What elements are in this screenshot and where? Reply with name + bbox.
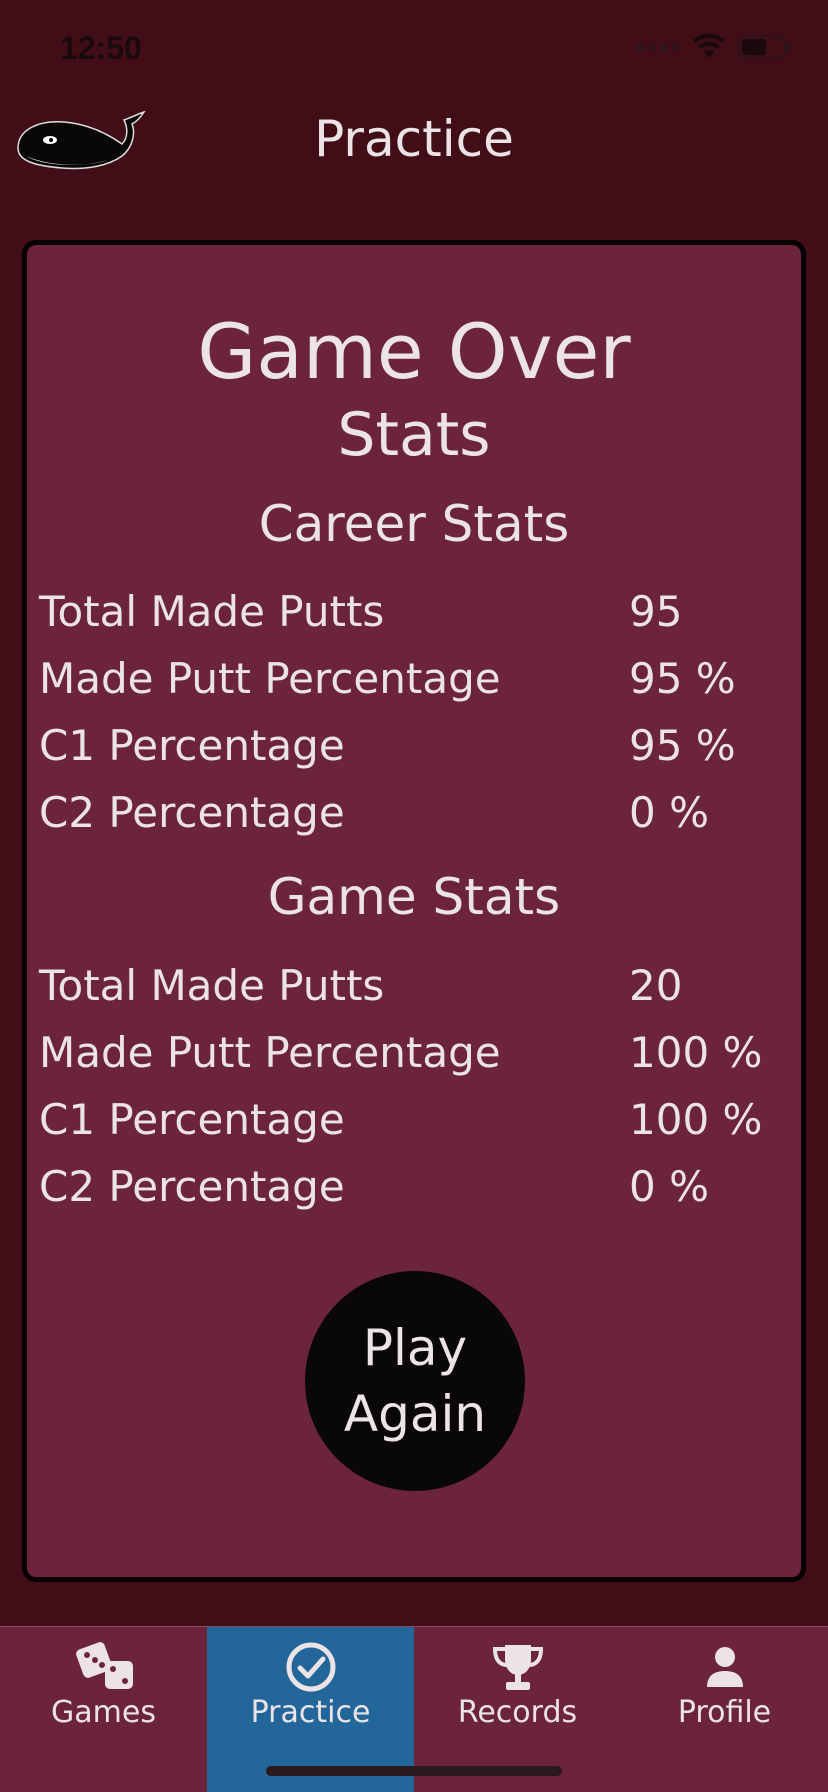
stat-value: 95 — [629, 587, 683, 636]
person-icon — [703, 1641, 747, 1693]
navigation-bar: Practice — [0, 100, 828, 220]
play-again-label-line1: Play — [362, 1319, 468, 1377]
tab-games[interactable]: Games — [0, 1627, 207, 1792]
status-icons — [637, 34, 792, 60]
status-bar: 12:50 — [0, 0, 828, 100]
stat-label: C2 Percentage — [39, 1162, 345, 1211]
stat-value: 0 % — [629, 1162, 709, 1211]
game-stat-row: C1 Percentage 100 % — [39, 1095, 801, 1155]
stat-label: C2 Percentage — [39, 788, 345, 837]
career-stats-heading: Career Stats — [258, 495, 570, 553]
stat-value: 95 % — [629, 721, 736, 770]
game-stat-row: Total Made Putts 20 — [39, 961, 801, 1021]
wifi-icon — [693, 34, 725, 58]
home-indicator[interactable] — [266, 1766, 562, 1776]
play-again-label-line2: Again — [343, 1385, 487, 1443]
stat-label: C1 Percentage — [39, 1095, 345, 1144]
game-stat-row: C2 Percentage 0 % — [39, 1162, 801, 1222]
battery-icon — [738, 35, 790, 59]
game-stats-heading: Game Stats — [267, 868, 561, 926]
game-over-panel: Game Over Stats Career Stats Total Made … — [22, 240, 806, 1582]
stat-value: 100 % — [629, 1028, 763, 1077]
career-stat-row: Total Made Putts 95 — [39, 587, 801, 647]
stat-label: Made Putt Percentage — [39, 1028, 501, 1077]
tab-label: Practice — [250, 1695, 371, 1730]
stat-label: Made Putt Percentage — [39, 654, 501, 703]
career-stat-row: C2 Percentage 0 % — [39, 788, 801, 848]
stat-label: C1 Percentage — [39, 721, 345, 770]
stat-value: 95 % — [629, 654, 736, 703]
cellular-signal-icon — [637, 43, 680, 51]
tab-profile[interactable]: Profile — [621, 1627, 828, 1792]
status-time: 12:50 — [60, 30, 142, 66]
tab-label: Profile — [677, 1695, 772, 1730]
stat-value: 20 — [629, 961, 683, 1010]
stat-value: 100 % — [629, 1095, 763, 1144]
career-stat-row: C1 Percentage 95 % — [39, 721, 801, 781]
career-stat-row: Made Putt Percentage 95 % — [39, 654, 801, 714]
check-circle-icon — [285, 1641, 337, 1693]
game-stat-row: Made Putt Percentage 100 % — [39, 1028, 801, 1088]
game-over-title: Game Over — [197, 307, 631, 396]
dice-icon — [71, 1641, 137, 1693]
tab-label: Records — [457, 1695, 578, 1730]
tab-label: Games — [51, 1695, 156, 1730]
stat-label: Total Made Putts — [39, 961, 385, 1010]
play-again-button[interactable]: Play Again — [305, 1271, 525, 1491]
stats-subtitle: Stats — [337, 400, 491, 470]
page-title: Practice — [314, 110, 514, 168]
stat-value: 0 % — [629, 788, 709, 837]
trophy-icon — [489, 1641, 547, 1693]
stat-label: Total Made Putts — [39, 587, 385, 636]
